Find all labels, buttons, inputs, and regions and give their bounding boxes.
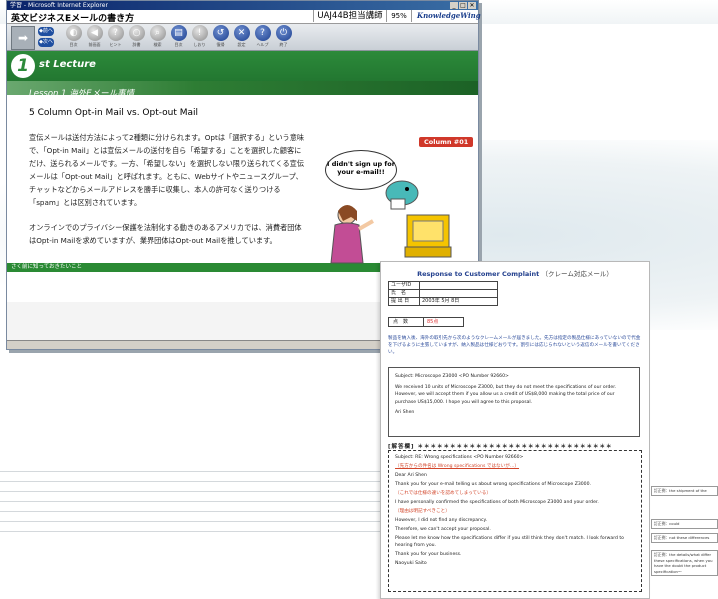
column-heading: 5 Column Opt-in Mail vs. Opt-out Mail [29, 108, 199, 118]
lecture-banner: 1 st Lecture Lesson 1 海外Eメール事情 [7, 51, 478, 99]
toolbar: ➡ ◆前へ ◆次へ ◐ 目次 ◀ 前画面 ? ヒント ○ 辞書 ⌕ 検索 ▤ 目次 ! しおり… [7, 24, 478, 51]
toolbar-label: 復帰 [216, 42, 225, 47]
back-page-icon: ◀ [86, 25, 103, 41]
toolbar-label: 目次 [69, 42, 78, 47]
toolbar-label: ヘルプ [256, 42, 269, 47]
reply-paragraph: Please let me know how the specification… [395, 536, 624, 548]
lesson-bar: Lesson 1 海外Eメール事情 [7, 81, 478, 99]
brand-logo: KnowledgeWing [417, 11, 481, 20]
return-icon: ↺ [212, 25, 229, 41]
toolbar-item[interactable]: ◀ 前画面 [84, 25, 105, 48]
toolbar-items: ◐ 目次 ◀ 前画面 ? ヒント ○ 辞書 ⌕ 検索 ▤ 目次 ! しおり ↺ 復帰 ✕ 設定 ?… [63, 25, 294, 48]
exit-icon: ⏻ [275, 25, 292, 41]
document-title-jp: （クレーム対応メール） [541, 270, 613, 278]
lecture-number: 1 [11, 54, 35, 78]
index-icon: ◐ [65, 25, 82, 41]
email-subject: Subject: Microscope Z3000 <PO Number 926… [395, 374, 509, 379]
reply-subject: Subject: RE: Wrong specifications <PO Nu… [395, 455, 524, 460]
toolbar-item[interactable]: ○ 辞書 [126, 25, 147, 48]
correction-note: 訂正例：could [651, 519, 718, 529]
reply-paragraph: Thank you for your e-mail telling us abo… [395, 482, 591, 487]
toolbar-label: 終了 [279, 42, 288, 47]
minimize-button[interactable]: _ [450, 2, 458, 9]
toolbar-item[interactable]: ◐ 目次 [63, 25, 84, 48]
instructions: 製品を納入後、海外の取引先から次のようなクレームメールが届きました。先方は指定の… [388, 336, 641, 355]
course-header: 英文ビジネスEメールの書き方 UAJ44B担当講師 95% KnowledgeW… [7, 10, 481, 24]
background-lines [0, 462, 390, 537]
toolbar-item[interactable]: ⏻ 終了 [273, 25, 294, 48]
reply-paragraph: Therefore, we can't accept your proposal… [395, 527, 491, 532]
toolbar-item[interactable]: ↺ 復帰 [210, 25, 231, 48]
reply-subject-note: （先方からの件名は Wrong specifications ではないが…） [395, 464, 520, 469]
toolbar-label: 設定 [237, 42, 246, 47]
info-value [419, 289, 498, 298]
reply-paragraph: I have personally confirmed the specific… [395, 500, 599, 505]
score-box: 点 数 85点 [388, 317, 464, 327]
toolbar-label: 辞書 [132, 42, 141, 47]
reply-paragraph: Thank you for your business. [395, 552, 462, 557]
bookmark-icon: ! [191, 25, 208, 41]
window-controls: _ □ ✕ [450, 2, 476, 9]
toolbar-item[interactable]: ! しおり [189, 25, 210, 48]
home-icon[interactable]: ➡ [11, 26, 35, 50]
info-key: 提 出 日 [388, 297, 420, 306]
help-icon: ? [254, 25, 271, 41]
info-value: 2003年 5月 8日 [419, 297, 498, 306]
correction-note: 訂正例：the shipment of the [651, 486, 718, 496]
prev-button[interactable]: ◆前へ [38, 27, 54, 36]
toolbar-item[interactable]: ✕ 設定 [231, 25, 252, 48]
info-table: ユーザID 氏 名 提 出 日 2003年 5月 8日 [388, 281, 498, 306]
toolbar-item[interactable]: ? ヒント [105, 25, 126, 48]
reply-paragraph: However, I did not find any discrepancy. [395, 518, 488, 523]
info-key: ユーザID [388, 281, 420, 290]
course-title: 英文ビジネスEメールの書き方 [11, 14, 135, 24]
info-key: 氏 名 [388, 289, 420, 298]
page-nav: ◆前へ ◆次へ [38, 27, 54, 49]
dictionary-icon: ○ [128, 25, 145, 41]
title-bar: 学習 - Microsoft Internet Explorer _ □ ✕ [7, 1, 478, 10]
maximize-button[interactable]: □ [459, 2, 467, 9]
lecture-title: st Lecture [39, 59, 96, 70]
zoom-level: 95% [386, 10, 412, 22]
document-title-en: Response to Customer Complaint [417, 270, 540, 278]
window-title: 学習 - Microsoft Internet Explorer [10, 2, 108, 9]
complaint-email: Subject: Microscope Z3000 <PO Number 926… [388, 367, 640, 437]
search-icon: ⌕ [149, 25, 166, 41]
illustration-icon [330, 180, 452, 264]
complaint-document: Response to Customer Complaint （クレーム対応メー… [380, 261, 650, 599]
paragraph-2: オンラインでのプライバシー保護を法制化する動きのあるアメリカでは、消費者団体はO… [29, 223, 302, 245]
answer-email: Subject: RE: Wrong specifications <PO Nu… [388, 450, 642, 592]
toolbar-item[interactable]: ⌕ 検索 [147, 25, 168, 48]
score-value: 85点 [427, 319, 439, 325]
answer-heading: [解答欄] ＊＊＊＊＊＊＊＊＊＊＊＊＊＊＊＊＊＊＊＊＊＊＊＊＊＊＊＊＊＊ [388, 444, 613, 450]
document-title: Response to Customer Complaint （クレーム対応メー… [381, 268, 649, 278]
toolbar-label: しおり [193, 42, 206, 47]
toolbar-label: 検索 [153, 42, 162, 47]
email-signature: Ari Shen [395, 410, 415, 415]
score-label: 点 数 [389, 318, 424, 326]
next-button[interactable]: ◆次へ [38, 38, 54, 47]
hint-icon: ? [107, 25, 124, 41]
settings-icon: ✕ [233, 25, 250, 41]
reply-correction: （理由は明記すべきこと） [395, 509, 450, 514]
toolbar-label: 目次 [174, 42, 183, 47]
email-body: We received 10 units of Microscope Z3000… [395, 384, 617, 405]
reply-greeting: Dear Ari Shen [395, 473, 427, 478]
toolbar-item[interactable]: ▤ 目次 [168, 25, 189, 48]
info-value [419, 281, 498, 290]
toolbar-label: ヒント [109, 42, 122, 47]
instructor-label: UAJ44B担当講師 [313, 10, 386, 22]
correction-note: 訂正例：not these differences [651, 533, 718, 543]
column-tag: Column #01 [419, 137, 474, 147]
lesson-content: 5 Column Opt-in Mail vs. Opt-out Mail 宣伝… [7, 95, 478, 264]
reply-correction: （これでは仕様の違いを認めてしまっている） [395, 491, 491, 496]
correction-note: 訂正例：the details/what differ these specif… [651, 550, 718, 576]
close-button[interactable]: ✕ [468, 2, 476, 9]
contents-icon: ▤ [170, 25, 187, 41]
toolbar-item[interactable]: ? ヘルプ [252, 25, 273, 48]
paragraph-1: 宣伝メールは送付方法によって2種類に分けられます。Optは「選択する」という意味… [29, 133, 305, 207]
reply-signature: Naoyuki Saito [395, 561, 427, 566]
toolbar-label: 前画面 [88, 42, 101, 47]
